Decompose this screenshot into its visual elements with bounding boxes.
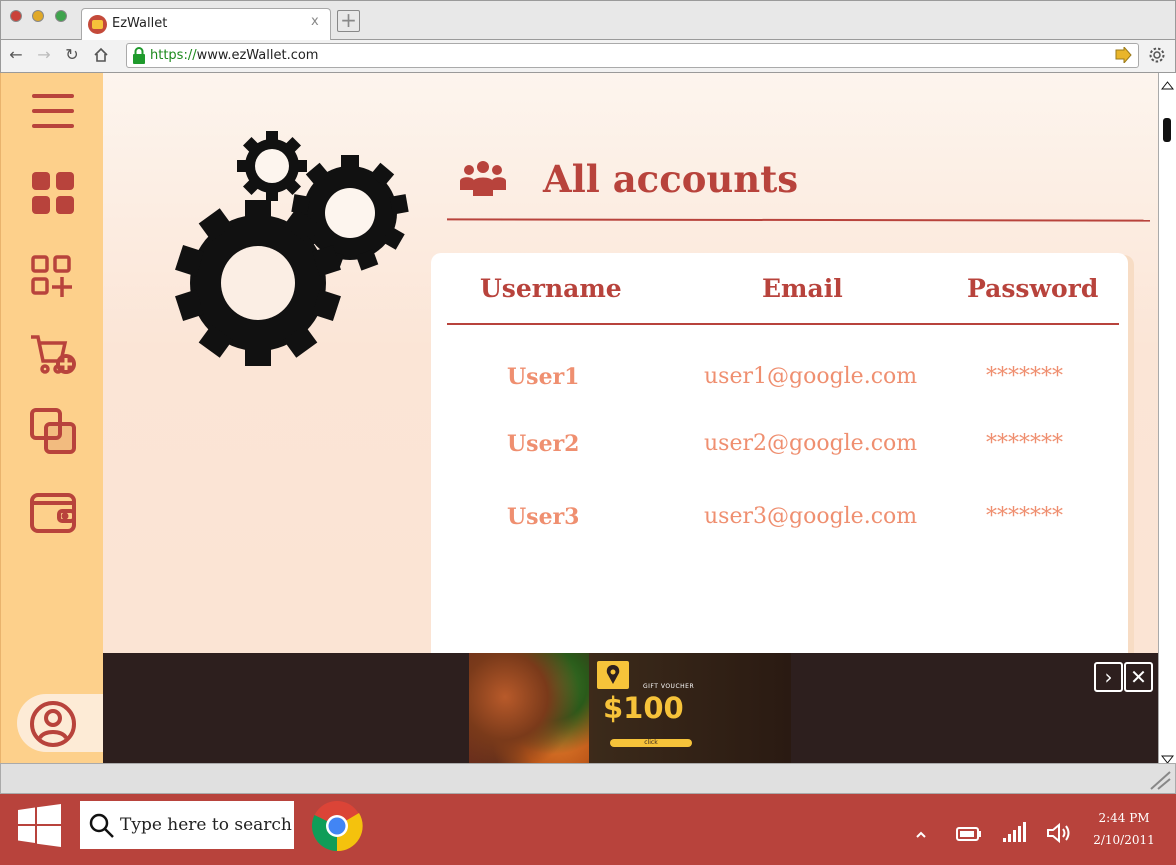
browser-status-bar [0,763,1176,794]
window-maximize-button[interactable] [55,10,67,22]
header-divider [447,323,1119,325]
search-icon [89,813,115,843]
menu-icon[interactable] [29,87,77,135]
back-icon[interactable]: ← [5,44,27,66]
ad-voucher-label: GIFT VOUCHER [643,683,695,690]
url-text: https://www.ezWallet.com [150,48,318,63]
browser-title-bar: EzWallet x + [0,0,1176,41]
cell-email: user1@google.com [704,364,918,389]
scroll-thumb[interactable] [1163,118,1171,142]
tray-chevron-icon[interactable] [915,825,927,844]
wifi-signal-icon[interactable] [1003,820,1029,846]
ad-logo-icon [597,661,629,689]
wallet-icon[interactable] [29,489,77,537]
sidebar [0,73,117,763]
cell-username: User1 [507,364,580,390]
group-icon [458,160,508,200]
taskbar-clock[interactable]: 2:44 PM 2/10/2011 [1084,807,1164,851]
cell-email: user3@google.com [704,504,918,529]
gears-icon [175,118,420,372]
new-tab-button[interactable]: + [337,10,360,32]
bookmark-icon[interactable] [1115,45,1132,67]
add-category-icon[interactable] [29,253,77,301]
home-icon[interactable] [90,44,112,66]
page-title: All accounts [543,157,799,201]
clock-date: 2/10/2011 [1093,833,1155,847]
ad-close-button[interactable]: ✕ [1124,662,1153,692]
tab-title: EzWallet [112,16,168,31]
column-header-password: Password [967,274,1099,303]
battery-icon[interactable] [956,826,982,845]
vertical-scrollbar[interactable] [1158,73,1176,764]
url-protocol: https:// [150,48,197,63]
profile-button[interactable] [17,694,117,752]
browser-tab[interactable]: EzWallet x [81,8,331,41]
title-divider [446,218,1151,222]
ad-image[interactable]: GIFT VOUCHER $100 click [469,653,791,763]
windows-start-icon[interactable] [18,804,61,851]
column-header-email: Email [762,274,843,303]
cart-add-icon[interactable] [29,331,77,379]
taskbar: Type here to search 2:44 PM 2/10/2011 [0,794,1176,865]
clock-time: 2:44 PM [1098,811,1150,825]
transactions-icon[interactable] [29,407,77,455]
lock-icon [132,47,146,64]
reload-icon[interactable]: ↻ [61,44,83,66]
search-placeholder: Type here to search [120,815,292,835]
volume-icon[interactable] [1046,822,1072,848]
cell-password: ******* [986,504,1063,529]
cell-username: User3 [507,504,580,530]
cell-password: ******* [986,364,1063,389]
url-host: www.ezWallet.com [196,48,319,63]
window-minimize-button[interactable] [32,10,44,22]
cell-username: User2 [507,431,580,457]
food-image [469,653,589,763]
column-header-username: Username [480,274,622,303]
resize-grip-icon[interactable] [1149,770,1171,794]
ad-banner[interactable]: GIFT VOUCHER $100 click › ✕ [103,653,1158,763]
ad-click-button[interactable]: click [610,739,692,747]
browser-nav-bar: ← → ↻ https://www.ezWallet.com [0,40,1176,73]
ad-next-button[interactable]: › [1094,662,1123,692]
ad-amount: $100 [603,691,684,725]
user-icon [28,699,78,753]
chrome-icon[interactable] [311,800,363,856]
scroll-up-icon[interactable] [1160,75,1175,94]
taskbar-search[interactable]: Type here to search [80,801,294,849]
forward-icon[interactable]: → [33,44,55,66]
address-bar[interactable]: https://www.ezWallet.com [126,43,1139,68]
tab-close-button[interactable]: x [311,14,319,29]
settings-gear-icon[interactable] [1146,44,1168,66]
dashboard-icon[interactable] [29,169,77,217]
window-close-button[interactable] [10,10,22,22]
cell-email: user2@google.com [704,431,918,456]
favicon-icon [88,15,107,34]
cell-password: ******* [986,431,1063,456]
